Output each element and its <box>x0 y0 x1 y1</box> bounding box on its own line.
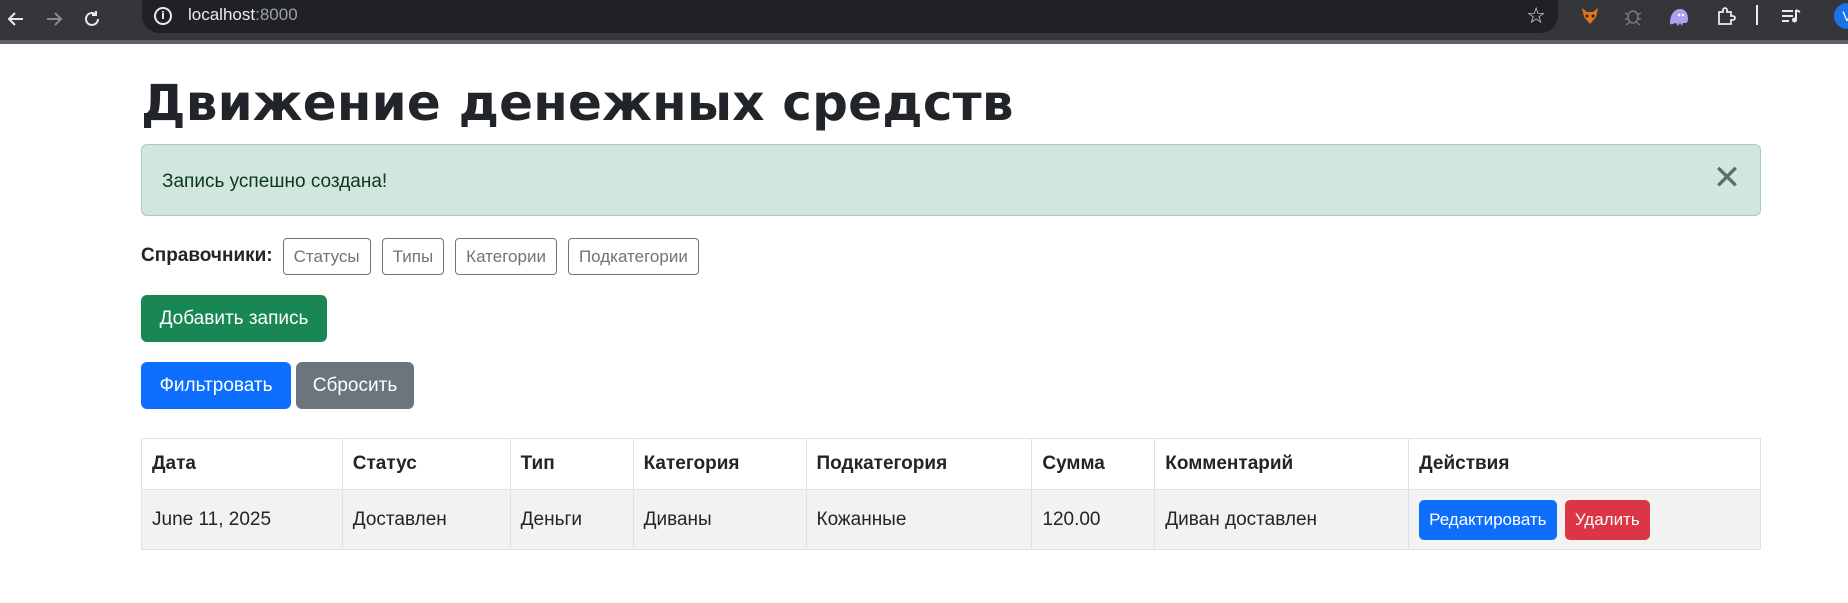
alert-message: Запись успешно создана! <box>162 171 388 192</box>
ref-button-subcategories[interactable]: Подкатегории <box>567 237 699 275</box>
column-header-comment: Комментарий <box>1154 438 1410 490</box>
forward-button[interactable] <box>40 5 68 33</box>
info-icon[interactable]: i <box>154 7 172 25</box>
toolbar-border <box>0 40 1848 44</box>
arrow-left-icon <box>7 12 23 26</box>
address-bar[interactable]: i localhost:8000 ☆ <box>142 0 1558 33</box>
cell-status: Доставлен <box>341 489 511 550</box>
bug-extension-icon[interactable] <box>1620 3 1646 29</box>
delete-button[interactable]: Удалить <box>1564 499 1650 540</box>
browser-toolbar: i localhost:8000 ☆ V <box>0 0 1848 44</box>
fox-extension-icon[interactable] <box>1577 3 1603 29</box>
column-header-amount: Сумма <box>1031 438 1156 490</box>
back-button[interactable] <box>2 5 30 33</box>
records-table: Дата Статус Тип Категория Подкатегория С… <box>141 438 1761 550</box>
cell-amount: 120.00 <box>1031 489 1156 550</box>
toolbar-divider <box>1756 5 1758 25</box>
table-header-row: Дата Статус Тип Категория Подкатегория С… <box>141 438 1761 490</box>
url-host: localhost <box>188 5 256 24</box>
ref-button-statuses[interactable]: Статусы <box>282 237 371 275</box>
success-alert: Запись успешно создана! ✕ <box>141 144 1761 216</box>
cell-comment: Диван доставлен <box>1154 489 1410 550</box>
star-icon[interactable]: ☆ <box>1526 3 1546 29</box>
column-header-type: Тип <box>509 438 634 490</box>
references-bar: Справочники: Статусы Типы Категории Подк… <box>141 236 710 276</box>
puzzle-icon[interactable] <box>1713 3 1739 29</box>
close-icon[interactable]: ✕ <box>1712 161 1742 195</box>
ref-button-types[interactable]: Типы <box>381 237 445 275</box>
add-record-button[interactable]: Добавить запись <box>141 295 327 342</box>
column-header-date: Дата <box>141 438 343 490</box>
cell-actions: Редактировать Удалить <box>1408 489 1761 550</box>
reset-button[interactable]: Сбросить <box>296 362 414 409</box>
profile-avatar[interactable]: V <box>1834 3 1848 29</box>
cell-subcategory: Кожанные <box>805 489 1033 550</box>
column-header-category: Категория <box>632 438 807 490</box>
arrow-right-icon <box>47 12 63 26</box>
url-text[interactable]: localhost:8000 <box>188 5 298 25</box>
column-header-status: Статус <box>341 438 511 490</box>
cell-category: Диваны <box>632 489 807 550</box>
ghost-extension-icon[interactable] <box>1665 3 1691 29</box>
column-header-subcategory: Подкатегория <box>805 438 1033 490</box>
filter-button[interactable]: Фильтровать <box>141 362 291 409</box>
media-control-icon[interactable] <box>1778 3 1804 29</box>
table-row: June 11, 2025 Доставлен Деньги Диваны Ко… <box>141 489 1761 550</box>
ref-button-categories[interactable]: Категории <box>455 237 557 275</box>
column-header-actions: Действия <box>1408 438 1761 490</box>
url-port: :8000 <box>255 5 298 24</box>
reload-icon <box>85 11 99 26</box>
page-title: Движение денежных средств <box>141 74 1014 132</box>
cell-date: June 11, 2025 <box>141 489 343 550</box>
reload-button[interactable] <box>78 5 106 33</box>
references-label: Справочники: <box>141 245 273 266</box>
cell-type: Деньги <box>509 489 634 550</box>
edit-button[interactable]: Редактировать <box>1419 499 1557 540</box>
